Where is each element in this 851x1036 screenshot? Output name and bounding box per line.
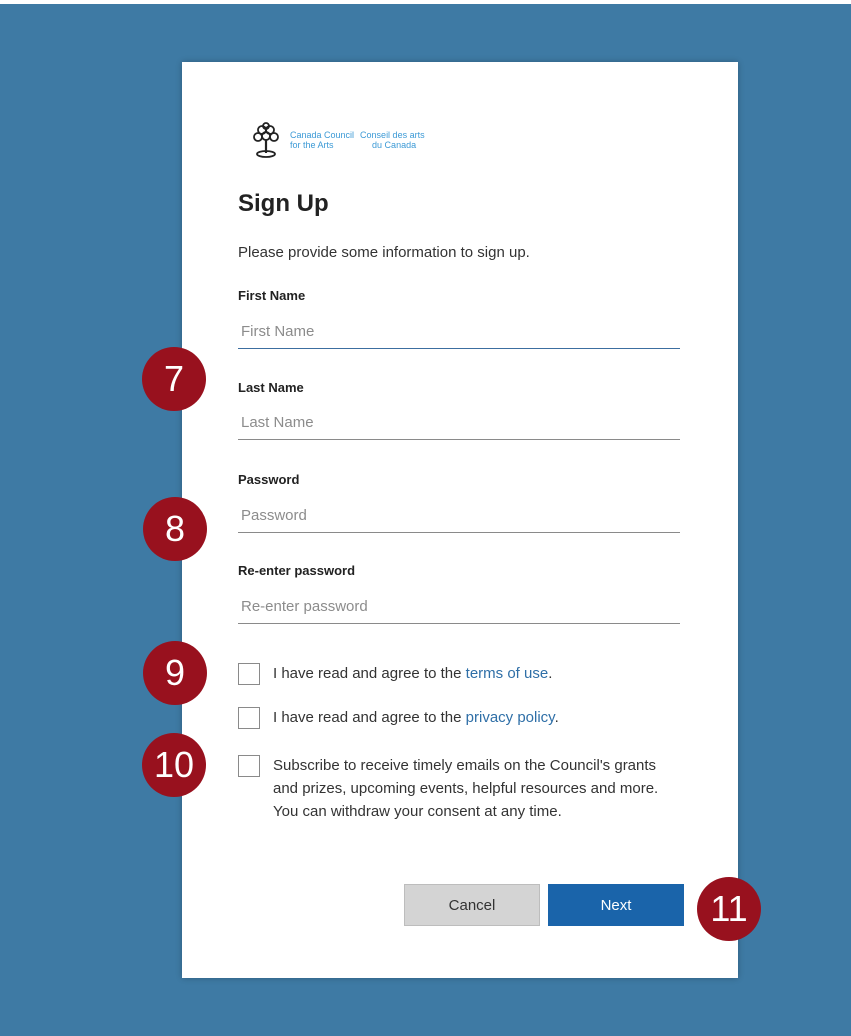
- privacy-policy-link[interactable]: privacy policy: [466, 709, 555, 726]
- terms-checkbox[interactable]: [238, 663, 260, 685]
- privacy-suffix: .: [554, 709, 559, 726]
- first-name-input[interactable]: [238, 315, 680, 349]
- privacy-row: I have read and agree to the privacy pol…: [238, 707, 559, 729]
- cancel-button[interactable]: Cancel: [404, 884, 540, 926]
- logo-en-line2: for the Arts: [290, 140, 334, 150]
- logo-en-line1: Canada Council: [290, 130, 355, 140]
- next-button[interactable]: Next: [548, 884, 684, 926]
- last-name-label: Last Name: [238, 380, 304, 395]
- subscribe-checkbox[interactable]: [238, 755, 260, 777]
- reenter-password-input[interactable]: [238, 590, 680, 624]
- password-label: Password: [238, 472, 300, 487]
- terms-text: I have read and agree to the terms of us…: [273, 663, 552, 685]
- subscribe-row: Subscribe to receive timely emails on th…: [238, 755, 673, 823]
- intro-text: Please provide some information to sign …: [238, 244, 530, 261]
- privacy-text: I have read and agree to the privacy pol…: [273, 707, 559, 729]
- page-title: Sign Up: [238, 190, 329, 217]
- subscribe-text: Subscribe to receive timely emails on th…: [273, 757, 659, 820]
- privacy-prefix: I have read and agree to the: [273, 709, 466, 726]
- callout-marker-7: 7: [142, 347, 206, 411]
- callout-marker-10: 10: [142, 733, 206, 797]
- callout-marker-8: 8: [143, 497, 207, 561]
- logo-fr-line2: du Canada: [372, 140, 417, 150]
- first-name-label: First Name: [238, 288, 306, 303]
- callout-marker-11: 11: [697, 877, 761, 941]
- terms-suffix: .: [548, 665, 553, 682]
- reenter-password-label: Re-enter password: [238, 563, 356, 578]
- tree-logo-icon: [253, 122, 279, 158]
- terms-prefix: I have read and agree to the: [273, 665, 466, 682]
- terms-of-use-link[interactable]: terms of use: [466, 665, 549, 682]
- terms-row: I have read and agree to the terms of us…: [238, 663, 552, 685]
- password-input[interactable]: [238, 499, 680, 533]
- canada-council-logo: Canada Council for the Arts Conseil des …: [248, 122, 431, 160]
- privacy-checkbox[interactable]: [238, 707, 260, 729]
- last-name-input[interactable]: [238, 406, 680, 440]
- callout-marker-9: 9: [143, 641, 207, 705]
- logo-fr-line1: Conseil des arts: [360, 130, 425, 140]
